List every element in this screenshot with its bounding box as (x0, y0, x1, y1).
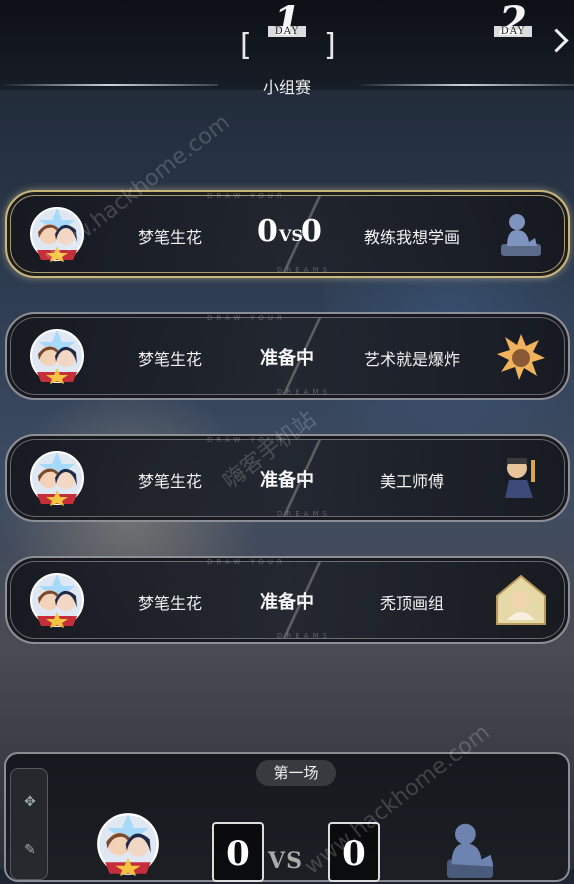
explosion-avatar-icon (497, 334, 545, 380)
match-card-4[interactable]: DRAW YOUR DREAMS 梦笔生花 准备中 秃顶画组 (5, 556, 570, 644)
left-bracket: [ (240, 28, 252, 63)
match-status: 准备中 (260, 592, 314, 613)
panel-vs-label: VS (268, 848, 303, 874)
vs-label: VS (279, 226, 303, 245)
card-deco-bottom: DREAMS (277, 510, 331, 518)
side-toolbar: ✥ ✎ (10, 768, 48, 880)
card-deco-bottom: DREAMS (277, 632, 331, 640)
panel-team-avatar-left (97, 813, 159, 876)
team-avatar-left (30, 573, 84, 628)
match-card-2[interactable]: DRAW YOUR DREAMS 梦笔生花 准备中 艺术就是爆炸 (5, 312, 570, 400)
stage-title: 小组赛 (262, 78, 311, 97)
team-name-left: 梦笔生花 (137, 350, 202, 369)
panel-opponent-silhouette-icon (446, 823, 494, 878)
team-name-right: 艺术就是爆炸 (363, 350, 460, 369)
team-name-left: 梦笔生花 (137, 594, 202, 613)
pencil-icon[interactable]: ✎ (23, 843, 37, 857)
opponent-silhouette-icon (501, 214, 541, 256)
match-status: 准备中 (260, 348, 314, 369)
team-name-right: 美工师傅 (379, 472, 444, 491)
bald-group-avatar-icon (496, 574, 546, 625)
panel-score-left: 0 (212, 822, 264, 882)
team-name-left: 梦笔生花 (137, 228, 202, 247)
day-2-tab[interactable]: 2 DAY (488, 2, 538, 42)
artisan-avatar-icon (505, 458, 535, 498)
round-label: 第一场 (256, 760, 336, 786)
score-left: 0 (257, 214, 278, 249)
card-deco-bottom: DREAMS (277, 266, 331, 274)
day-1-tab[interactable]: 1 DAY (262, 2, 312, 42)
day-header: [ 1 DAY ] 2 DAY 小组赛 (0, 0, 574, 97)
team-name-left: 梦笔生花 (137, 472, 202, 491)
team-avatar-left (30, 451, 84, 506)
team-name-right: 秃顶画组 (379, 594, 444, 613)
right-bracket: ] (324, 28, 336, 63)
next-day-arrow-icon[interactable] (544, 28, 569, 53)
dpad-icon[interactable]: ✥ (23, 795, 37, 809)
day-1-label: DAY (268, 26, 306, 37)
score-right: 0 (301, 214, 322, 249)
team-avatar-left (30, 329, 84, 384)
card-deco-bottom: DREAMS (277, 388, 331, 396)
team-name-right: 教练我想学画 (363, 228, 460, 247)
day-2-label: DAY (494, 26, 532, 37)
